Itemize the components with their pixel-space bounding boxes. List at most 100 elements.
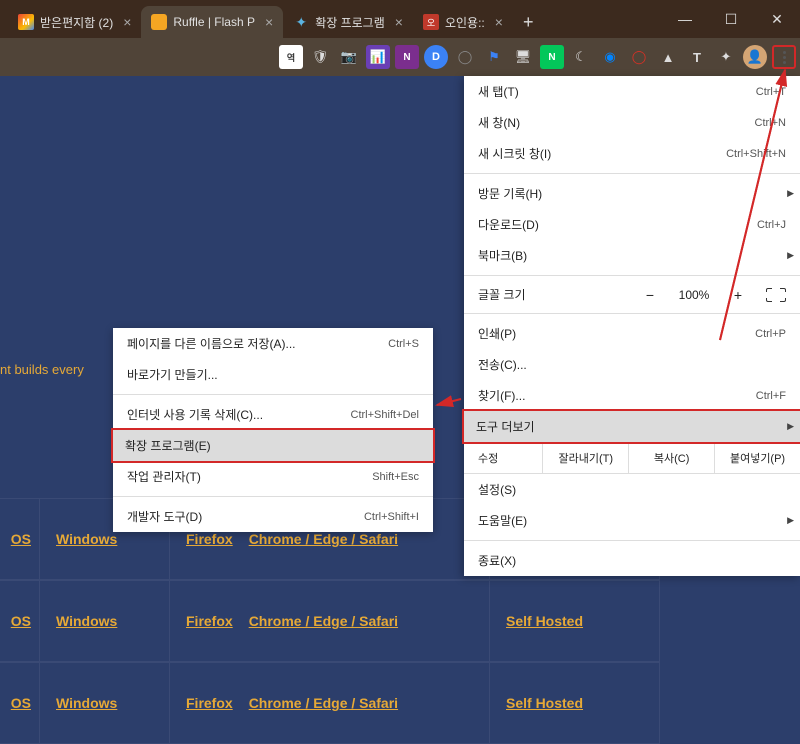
zoom-out-button[interactable]: − [638,287,662,303]
firefox-link[interactable]: Firefox [186,531,233,547]
kebab-menu-button[interactable] [772,45,796,69]
menu-settings[interactable]: 설정(S) [464,474,800,505]
menu-cast[interactable]: 전송(C)... [464,349,800,380]
selfhosted-link[interactable]: Self Hosted [506,695,583,711]
separator [464,540,800,541]
firefox-link[interactable]: Firefox [186,613,233,629]
profile-icon[interactable]: 👤 [743,45,767,69]
os-link[interactable]: OS [11,695,31,711]
os-link[interactable]: OS [11,531,31,547]
zoom-in-button[interactable]: + [726,287,750,303]
close-icon[interactable]: × [495,14,503,30]
menu-downloads[interactable]: 다운로드(D)Ctrl+J [464,209,800,240]
firefox-link[interactable]: Firefox [186,695,233,711]
naver-icon[interactable]: N [540,45,564,69]
menu-help[interactable]: 도움말(E)▶ [464,505,800,536]
chevron-right-icon: ▶ [787,188,794,199]
main-menu: 새 탭(T)Ctrl+T 새 창(N)Ctrl+N 새 시크릿 창(I)Ctrl… [464,76,800,576]
tab-oin[interactable]: 오 오인용:: × [413,6,513,38]
selfhosted-link[interactable]: Self Hosted [506,613,583,629]
menu-exit[interactable]: 종료(X) [464,545,800,576]
windows-link[interactable]: Windows [56,695,117,711]
os-link[interactable]: OS [11,613,31,629]
more-tools-submenu: 페이지를 다른 이름으로 저장(A)...Ctrl+S 바로가기 만들기... … [113,328,433,532]
separator [464,173,800,174]
windows-link[interactable]: Windows [56,613,117,629]
separator [464,313,800,314]
gmail-icon: M [18,14,34,30]
chrome-link[interactable]: Chrome / Edge / Safari [249,695,398,711]
tab-ruffle[interactable]: Ruffle | Flash P × [141,6,283,38]
table-row: OS Windows Firefox Chrome / Edge / Safari… [0,662,660,744]
camera-icon[interactable]: 📷 [337,45,361,69]
monitor-icon[interactable]: 🖥 [511,45,535,69]
translate-icon[interactable]: 역 [279,45,303,69]
menu-history[interactable]: 방문 기록(H)▶ [464,178,800,209]
puzzle-icon: ✦ [293,14,309,30]
submenu-save-as[interactable]: 페이지를 다른 이름으로 저장(A)...Ctrl+S [113,328,433,359]
separator [113,496,433,497]
menu-find[interactable]: 찾기(F)...Ctrl+F [464,380,800,411]
submenu-clear-browsing[interactable]: 인터넷 사용 기록 삭제(C)...Ctrl+Shift+Del [113,399,433,430]
cut-button[interactable]: 잘라내기(T) [543,443,629,473]
copy-button[interactable]: 복사(C) [629,443,715,473]
close-icon[interactable]: × [395,14,403,30]
tab-strip: M 받은편지함 (2) × Ruffle | Flash P × ✦ 확장 프로… [0,0,662,38]
hero-text: nt builds every [0,362,84,377]
browser-titlebar: M 받은편지함 (2) × Ruffle | Flash P × ✦ 확장 프로… [0,0,800,38]
submenu-task-manager[interactable]: 작업 관리자(T)Shift+Esc [113,461,433,492]
menu-print[interactable]: 인쇄(P)Ctrl+P [464,318,800,349]
app-icon[interactable]: ◯ [453,45,477,69]
onenote-icon[interactable]: N [395,45,419,69]
menu-new-window[interactable]: 새 창(N)Ctrl+N [464,107,800,138]
windows-link[interactable]: Windows [56,531,117,547]
drive-icon[interactable]: ▲ [656,45,680,69]
submenu-extensions[interactable]: 확장 프로그램(E) [111,428,435,463]
tab-title: 받은편지함 (2) [40,14,113,31]
flag-icon[interactable]: ⚑ [482,45,506,69]
extensions-icon[interactable]: ✦ [714,45,738,69]
close-button[interactable]: ✕ [754,0,800,38]
tab-title: 오인용:: [445,14,485,31]
menu-more-tools[interactable]: 도구 더보기▶ [462,409,800,444]
paste-button[interactable]: 붙여넣기(P) [715,443,800,473]
separator [464,275,800,276]
close-icon[interactable]: × [265,14,273,30]
bars-icon[interactable]: 📊 [366,45,390,69]
edit-label: 수정 [464,443,543,473]
zoom-value: 100% [672,288,716,302]
menu-zoom: 글꼴 크기 − 100% + [464,280,800,309]
separator [113,394,433,395]
ruffle-icon [151,14,167,30]
menu-new-tab[interactable]: 새 탭(T)Ctrl+T [464,76,800,107]
submenu-create-shortcut[interactable]: 바로가기 만들기... [113,359,433,390]
menu-bookmarks[interactable]: 북마크(B)▶ [464,240,800,271]
minimize-button[interactable]: — [662,0,708,38]
moon-icon[interactable]: ☾ [569,45,593,69]
extension-toolbar: 역 🛡 📷 📊 N D ◯ ⚑ 🖥 N ☾ ◉ ◯ ▲ T ✦ 👤 [0,38,800,76]
tab-title: 확장 프로그램 [315,14,385,31]
opera-icon[interactable]: ◯ [627,45,651,69]
chrome-link[interactable]: Chrome / Edge / Safari [249,613,398,629]
menu-new-incognito[interactable]: 새 시크릿 창(I)Ctrl+Shift+N [464,138,800,169]
d-icon[interactable]: D [424,45,448,69]
shield-icon[interactable]: 🛡 [308,45,332,69]
t-icon[interactable]: T [685,45,709,69]
close-icon[interactable]: × [123,14,131,30]
chrome-link[interactable]: Chrome / Edge / Safari [249,531,398,547]
site-icon: 오 [423,14,439,30]
new-tab-button[interactable]: + [513,6,544,38]
tab-extensions[interactable]: ✦ 확장 프로그램 × [283,6,413,38]
table-row: OS Windows Firefox Chrome / Edge / Safari… [0,580,660,662]
tab-title: Ruffle | Flash P [173,15,255,29]
messenger-icon[interactable]: ◉ [598,45,622,69]
menu-edit-row: 수정 잘라내기(T) 복사(C) 붙여넣기(P) [464,442,800,474]
maximize-button[interactable]: ☐ [708,0,754,38]
chevron-right-icon: ▶ [787,421,794,432]
chevron-right-icon: ▶ [787,250,794,261]
chevron-right-icon: ▶ [787,515,794,526]
window-controls: — ☐ ✕ [662,0,800,38]
tab-gmail[interactable]: M 받은편지함 (2) × [8,6,141,38]
submenu-dev-tools[interactable]: 개발자 도구(D)Ctrl+Shift+I [113,501,433,532]
fullscreen-button[interactable] [766,288,786,302]
